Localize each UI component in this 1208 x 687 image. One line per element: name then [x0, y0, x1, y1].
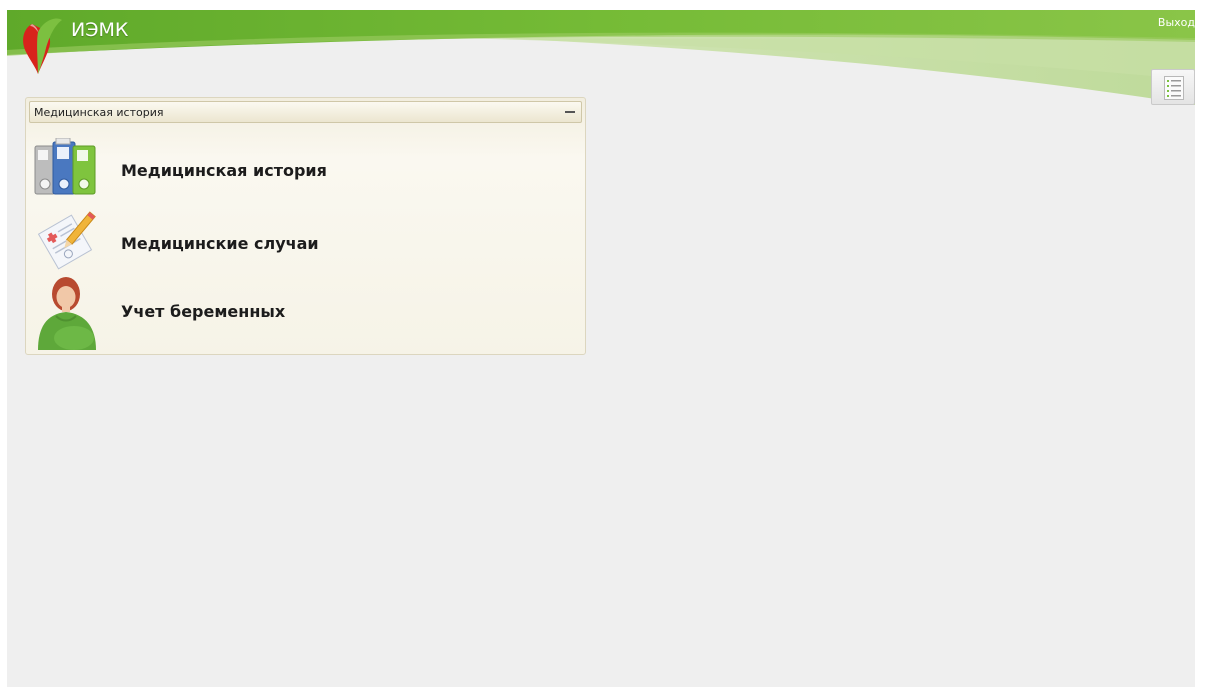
app-title: ИЭМК: [71, 19, 129, 41]
medical-history-panel: Медицинская история Медицинская история: [25, 97, 586, 355]
menu-item-label: Медицинская история: [121, 161, 327, 180]
menu-item-pregnancy-registry[interactable]: Учет беременных: [32, 276, 572, 350]
app-frame: ИЭМК Выход Медицинская история Медицинск…: [7, 10, 1195, 687]
folders-icon: [34, 138, 96, 195]
pregnant-woman-icon: [38, 277, 96, 350]
panel-header: Медицинская история: [29, 101, 582, 123]
app-logo-icon: [23, 18, 62, 74]
minus-icon[interactable]: [565, 111, 575, 113]
menu-item-medical-history[interactable]: Медицинская история: [32, 138, 572, 204]
menu-button[interactable]: [1151, 69, 1195, 105]
menu-item-medical-cases[interactable]: Медицинские случаи: [32, 210, 572, 276]
menu-item-label: Учет беременных: [121, 302, 286, 321]
medical-record-icon: [37, 211, 96, 270]
list-icon: [1164, 76, 1184, 100]
header-banner: [7, 10, 1195, 105]
panel-title: Медицинская история: [34, 106, 164, 119]
menu-item-label: Медицинские случаи: [121, 234, 319, 253]
logout-link[interactable]: Выход: [1158, 16, 1195, 29]
